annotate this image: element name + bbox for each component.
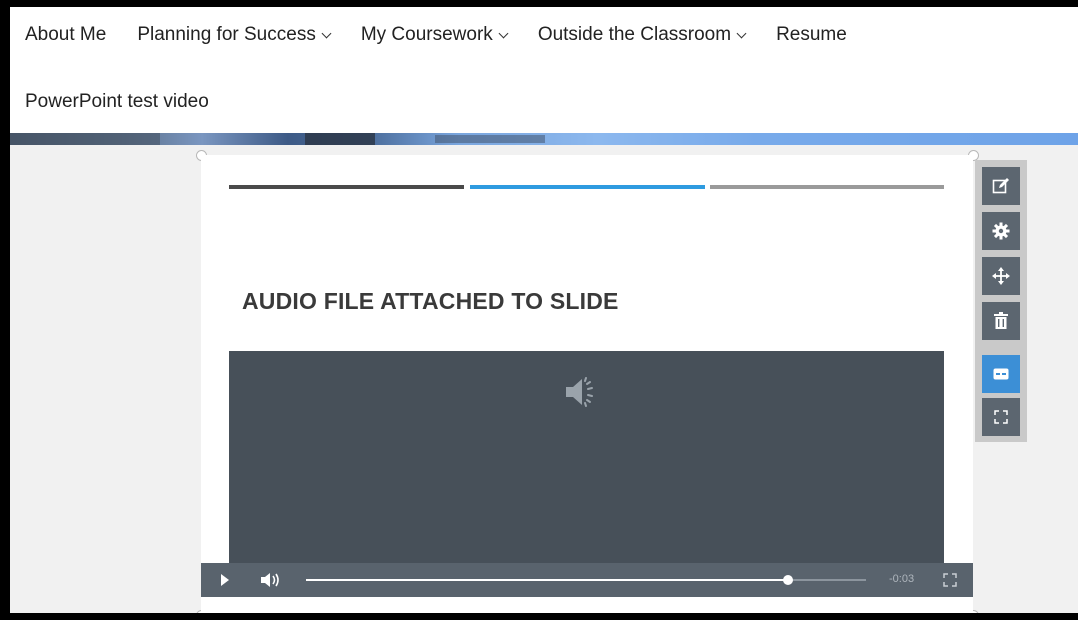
audio-media-area[interactable] (229, 351, 944, 563)
nav-item-resume[interactable]: Resume (776, 24, 847, 46)
slide-accent-bar-gray (710, 185, 944, 189)
edit-button[interactable] (982, 167, 1020, 205)
progress-bar[interactable] (306, 575, 866, 585)
header-banner-image (10, 133, 1078, 145)
chevron-down-icon (321, 28, 332, 38)
embedded-slide: AUDIO FILE ATTACHED TO SLIDE -0:03 (201, 155, 973, 613)
edit-icon (992, 178, 1009, 194)
settings-gear-icon (992, 222, 1010, 240)
time-remaining: -0:03 (889, 573, 915, 585)
chevron-down-icon (736, 28, 747, 38)
speaker-icon (566, 377, 593, 407)
captions-icon (993, 368, 1009, 380)
block-edit-toolbar (975, 160, 1027, 442)
site-navigation: About Me Planning for Success My Coursew… (10, 7, 1078, 133)
progress-fill (306, 579, 788, 581)
delete-button[interactable] (982, 302, 1020, 340)
move-button[interactable] (982, 257, 1020, 295)
move-icon (992, 267, 1010, 285)
nav-item-about-me[interactable]: About Me (25, 24, 106, 46)
nav-item-label: Resume (776, 24, 847, 45)
play-icon[interactable] (221, 574, 229, 586)
nav-menu: About Me Planning for Success My Coursew… (25, 24, 878, 46)
trash-icon (994, 312, 1008, 329)
nav-item-planning-for-success[interactable]: Planning for Success (137, 24, 332, 46)
browser-frame: About Me Planning for Success My Coursew… (10, 7, 1078, 613)
slide-accent-bar-blue (470, 185, 705, 189)
nav-item-label: My Coursework (360, 24, 493, 45)
audio-player-controls: -0:03 (201, 563, 973, 597)
settings-button[interactable] (982, 212, 1020, 250)
nav-item-outside-the-classroom[interactable]: Outside the Classroom (537, 24, 747, 46)
slide-title: AUDIO FILE ATTACHED TO SLIDE (242, 288, 619, 314)
fullscreen-icon[interactable] (943, 573, 957, 587)
chevron-down-icon (498, 28, 509, 38)
volume-icon[interactable] (260, 572, 282, 588)
expand-icon (994, 410, 1008, 424)
nav-item-label: About Me (25, 24, 107, 45)
captions-button[interactable] (982, 355, 1020, 393)
progress-knob[interactable] (782, 575, 793, 585)
expand-button[interactable] (982, 398, 1020, 436)
slide-accent-bar-dark (229, 185, 464, 189)
nav-item-powerpoint-test-video[interactable]: PowerPoint test video (25, 91, 209, 113)
nav-item-label: Planning for Success (137, 24, 316, 45)
nav-item-my-coursework[interactable]: My Coursework (360, 24, 509, 46)
nav-item-label: Outside the Classroom (537, 24, 732, 45)
